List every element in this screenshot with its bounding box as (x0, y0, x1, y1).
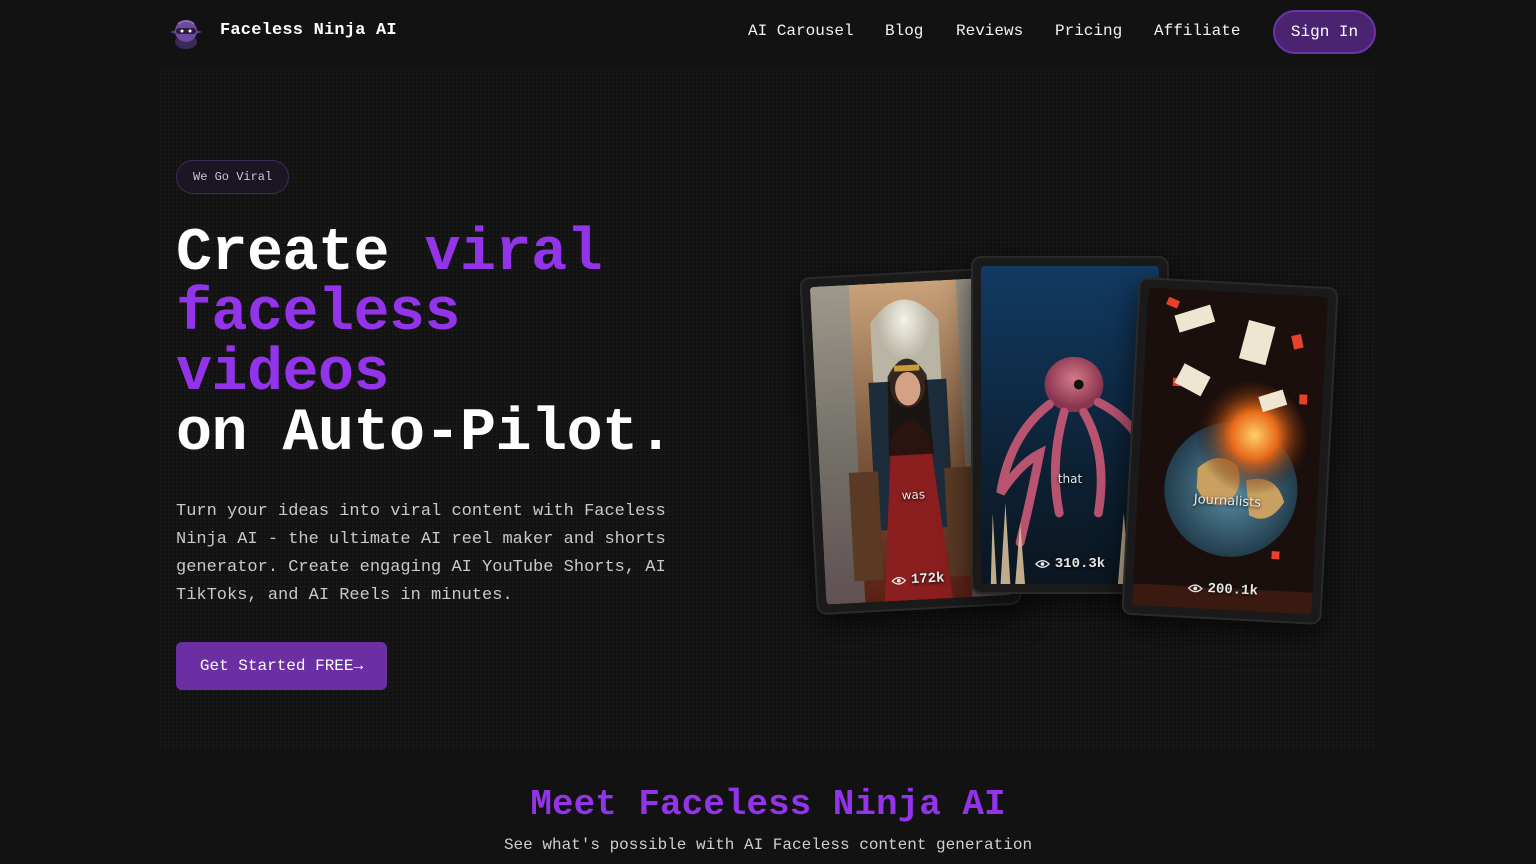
eye-icon (1187, 584, 1203, 593)
nav-link-affiliate[interactable]: Affiliate (1154, 22, 1240, 40)
eye-icon (1034, 560, 1050, 568)
view-count: 200.1k (1207, 581, 1259, 600)
sign-in-button[interactable]: Sign In (1273, 10, 1376, 54)
headline-accent-videos: videos (176, 340, 390, 408)
headline-accent-faceless: faceless (176, 280, 461, 348)
get-started-button[interactable]: Get Started FREE→ (176, 642, 387, 690)
top-navigation: Faceless Ninja AI AI Carousel Blog Revie… (0, 0, 1536, 64)
viral-badge: We Go Viral (176, 160, 290, 194)
view-count: 310.3k (1054, 556, 1106, 572)
video-card-globe[interactable]: Journalists 200.1k (1121, 276, 1339, 626)
nav-link-ai-carousel[interactable]: AI Carousel (748, 22, 854, 40)
headline-part-create: Create (176, 220, 425, 288)
nav-link-reviews[interactable]: Reviews (956, 22, 1023, 40)
headline-accent-viral: viral (424, 220, 603, 288)
headline-part-autopilot: on Auto-Pilot. (176, 400, 674, 468)
view-count: 172k (910, 570, 945, 589)
globe-thumbnail (1131, 287, 1329, 615)
brand-name[interactable]: Faceless Ninja AI (220, 21, 397, 40)
ninja-logo-icon[interactable] (166, 12, 206, 52)
nav-link-blog[interactable]: Blog (885, 22, 923, 40)
hero-headline: Create viral faceless videos on Auto-Pil… (176, 224, 796, 464)
nav-link-pricing[interactable]: Pricing (1055, 22, 1122, 40)
eye-icon (891, 576, 906, 585)
section-title: Meet Faceless Ninja AI (530, 784, 1006, 825)
section-subtitle: See what's possible with AI Faceless con… (503, 836, 1033, 854)
hero-description: Turn your ideas into viral content with … (176, 502, 666, 605)
